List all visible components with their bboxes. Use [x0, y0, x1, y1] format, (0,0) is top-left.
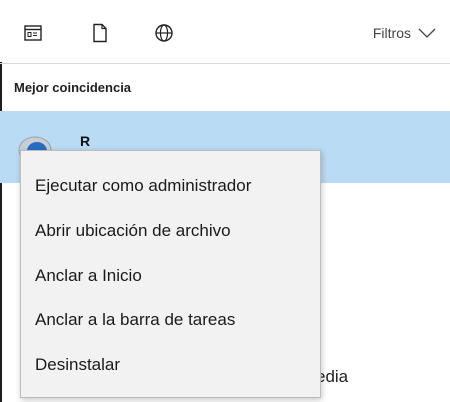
apps-icon[interactable] — [22, 22, 44, 44]
menu-item-uninstall[interactable]: Desinstalar — [21, 343, 320, 388]
chevron-down-icon — [418, 28, 436, 38]
search-window: Filtros Mejor coincidencia R edia Ejecut… — [0, 0, 450, 402]
menu-item-pin-to-taskbar[interactable]: Anclar a la barra de tareas — [21, 298, 320, 343]
menu-item-open-file-location[interactable]: Abrir ubicación de archivo — [21, 209, 320, 254]
menu-item-pin-to-start[interactable]: Anclar a Inicio — [21, 253, 320, 298]
document-icon[interactable] — [89, 22, 111, 44]
section-title: Mejor coincidencia — [14, 80, 132, 95]
best-match-title: R — [80, 133, 91, 149]
web-icon[interactable] — [153, 22, 175, 44]
filters-label: Filtros — [372, 25, 411, 41]
context-menu: Ejecutar como administrador Abrir ubicac… — [20, 150, 321, 398]
search-toolbar: Filtros — [0, 0, 450, 62]
toolbar-divider — [0, 63, 450, 64]
menu-item-run-as-admin[interactable]: Ejecutar como administrador — [21, 164, 320, 209]
filters-dropdown[interactable]: Filtros — [373, 25, 436, 41]
